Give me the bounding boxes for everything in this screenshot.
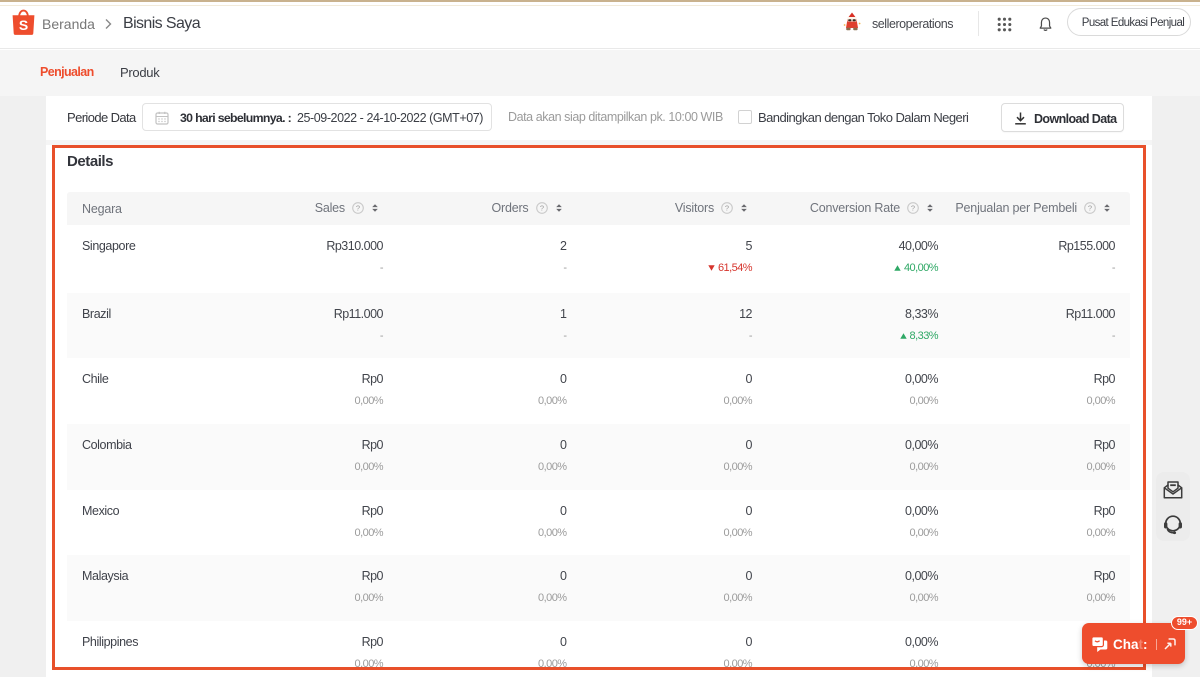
svg-text:S: S <box>19 17 28 33</box>
